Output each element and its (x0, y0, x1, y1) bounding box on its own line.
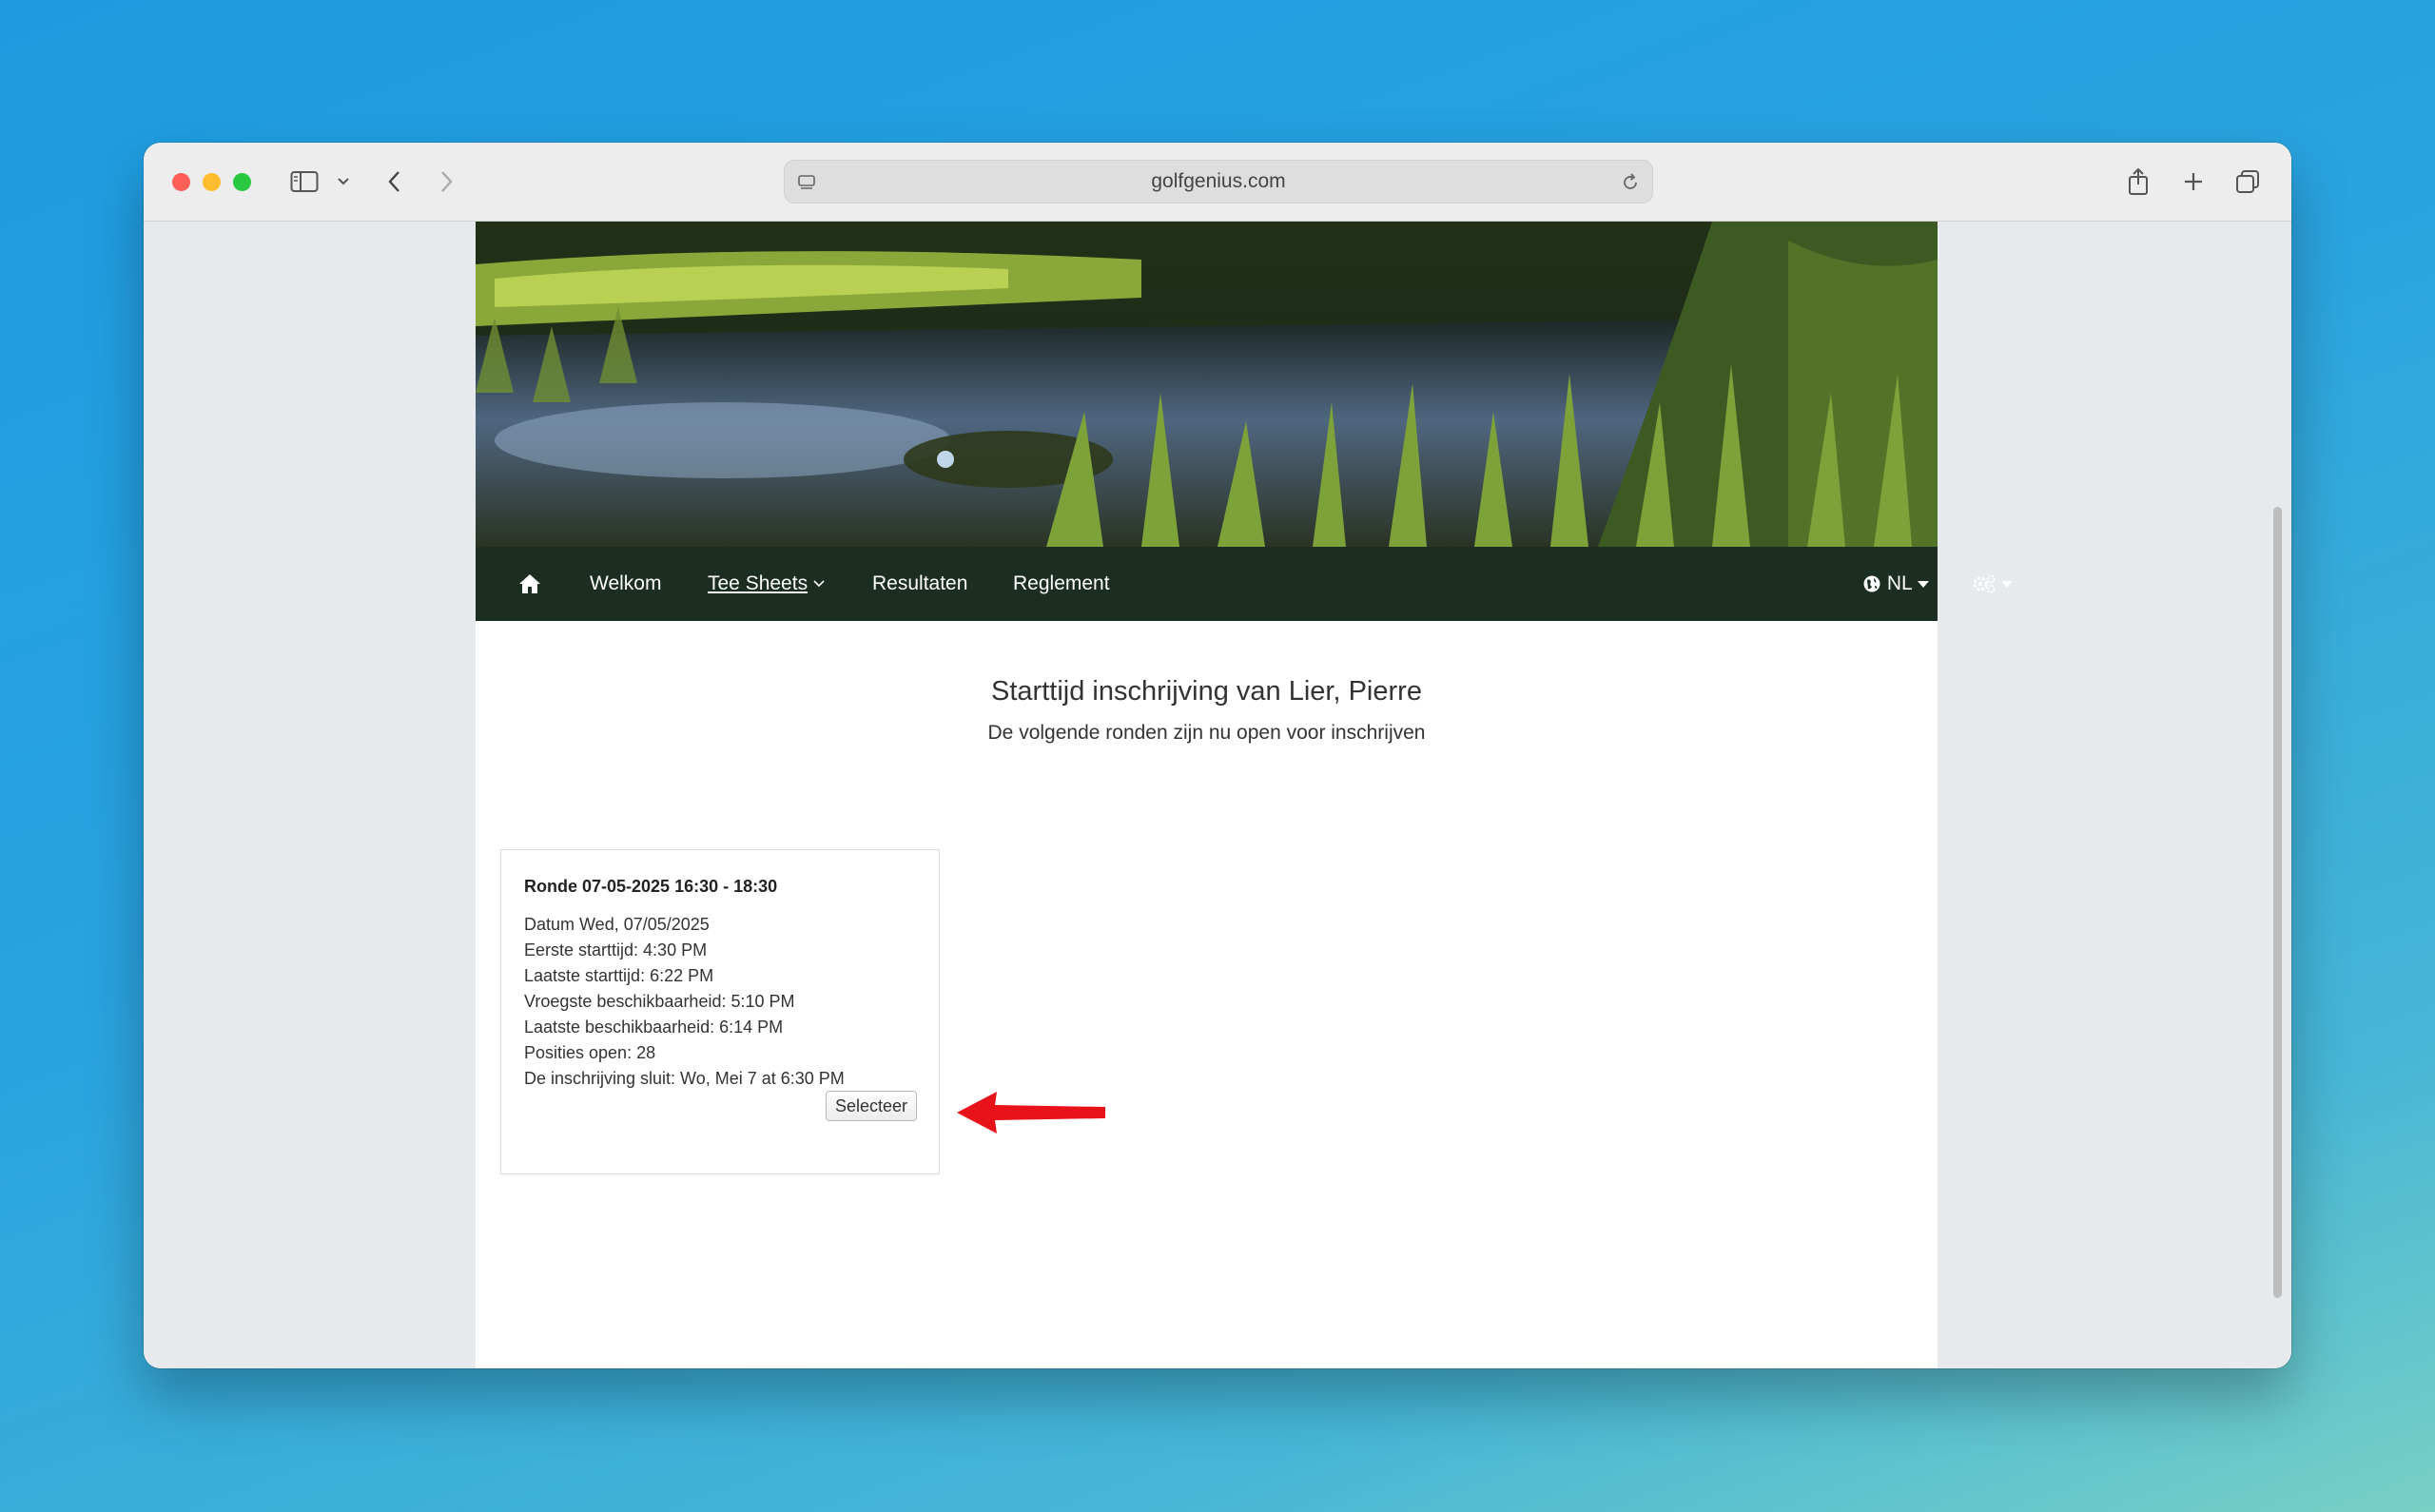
back-icon[interactable] (383, 164, 406, 200)
forward-icon[interactable] (435, 164, 458, 200)
browser-toolbar: golfgenius.com (144, 143, 2291, 222)
round-earliest-availability: Vroegste beschikbaarheid: 5:10 PM (524, 992, 795, 1011)
nav-resultaten[interactable]: Resultaten (872, 547, 967, 621)
globe-icon (1863, 575, 1880, 592)
caret-down-icon (2001, 580, 2013, 588)
round-date: Datum Wed, 07/05/2025 (524, 915, 710, 934)
page-viewport: Welkom Tee Sheets Resultaten Reglement N… (144, 222, 2291, 1368)
settings-dropdown[interactable] (1972, 547, 2013, 621)
gears-icon (1973, 574, 1996, 593)
page-content: Welkom Tee Sheets Resultaten Reglement N… (476, 222, 2013, 1368)
hero-banner-image (476, 222, 1938, 547)
caret-down-icon (1917, 580, 1929, 588)
nav-reglement[interactable]: Reglement (1013, 547, 1110, 621)
nav-tee-sheets-label: Tee Sheets (708, 572, 808, 594)
select-button[interactable]: Selecteer (826, 1091, 917, 1121)
reload-icon[interactable] (1616, 165, 1645, 201)
new-tab-icon[interactable] (2179, 164, 2208, 200)
round-first-tee-time: Eerste starttijd: 4:30 PM (524, 940, 708, 960)
address-bar[interactable]: golfgenius.com (784, 160, 1653, 204)
zoom-window-button[interactable] (233, 173, 251, 191)
nav-welkom[interactable]: Welkom (590, 547, 661, 621)
round-card: Ronde 07-05-2025 16:30 - 18:30 Datum Wed… (500, 849, 940, 1174)
language-label: NL (1886, 572, 1913, 594)
url-text: golfgenius.com (1151, 170, 1286, 192)
page-title: Starttijd inschrijving van Lier, Pierre (991, 676, 1422, 707)
round-registration-closes: De inschrijving sluit: Wo, Mei 7 at 6:30… (524, 1069, 845, 1088)
browser-window: golfgenius.com Welkom Tee Sheets Resulta… (144, 143, 2291, 1368)
round-title: Ronde 07-05-2025 16:30 - 18:30 (524, 877, 778, 896)
tab-overview-icon[interactable] (2232, 164, 2263, 200)
close-window-button[interactable] (172, 173, 190, 191)
home-icon[interactable] (517, 547, 542, 621)
round-latest-availability: Laatste beschikbaarheid: 6:14 PM (524, 1018, 784, 1037)
chevron-down-icon[interactable] (334, 164, 353, 200)
language-dropdown[interactable]: NL (1862, 547, 1929, 621)
minimize-window-button[interactable] (203, 173, 221, 191)
main-navbar: Welkom Tee Sheets Resultaten Reglement N… (476, 547, 2013, 621)
page-subtitle: De volgende ronden zijn nu open voor ins… (987, 722, 1426, 744)
round-last-tee-time: Laatste starttijd: 6:22 PM (524, 966, 714, 985)
scrollbar[interactable] (2273, 507, 2282, 1298)
chevron-down-icon (813, 580, 825, 588)
red-arrow-annotation (953, 1088, 1109, 1137)
nav-tee-sheets[interactable]: Tee Sheets (708, 547, 825, 621)
share-icon[interactable] (2124, 164, 2153, 200)
round-open-positions: Posities open: 28 (524, 1043, 656, 1062)
sidebar-toggle-icon[interactable] (288, 164, 321, 200)
